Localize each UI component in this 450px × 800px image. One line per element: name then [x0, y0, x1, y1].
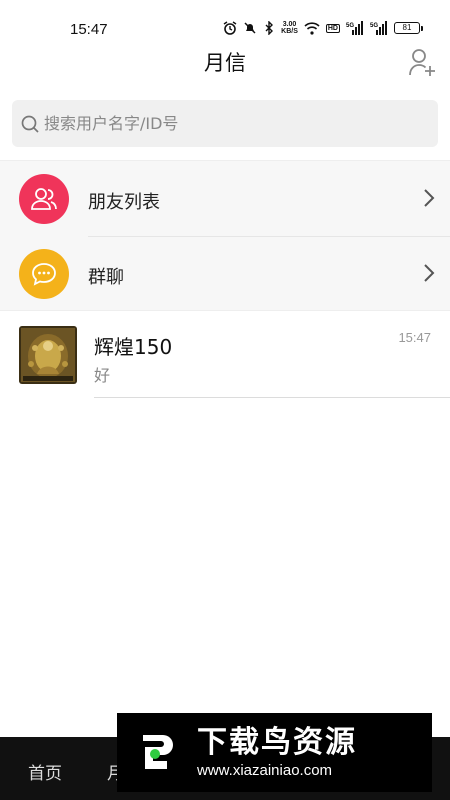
- chat-timestamp: 15:47: [398, 330, 431, 345]
- watermark-overlay: 下载鸟资源 www.xiazainiao.com: [117, 713, 432, 792]
- search-icon: [21, 115, 39, 133]
- battery-indicator: 81: [394, 22, 423, 34]
- avatar: [19, 326, 77, 384]
- status-bar: 15:47 3.00 KB/S HD 5G 5G 81: [0, 0, 450, 40]
- friends-icon-circle: [19, 174, 69, 224]
- status-icons: 3.00 KB/S HD 5G 5G 81: [223, 21, 423, 35]
- svg-text:5G: 5G: [346, 23, 354, 29]
- divider: [94, 397, 450, 398]
- chat-bubble-icon: [32, 263, 56, 286]
- search-input[interactable]: [44, 114, 404, 133]
- tab-home[interactable]: 首页: [28, 759, 62, 784]
- add-friend-button[interactable]: [408, 46, 438, 78]
- group-chat-label: 群聊: [88, 267, 124, 288]
- speed-unit: KB/S: [281, 28, 298, 35]
- signal-icon-2: 5G: [370, 21, 387, 35]
- friends-list-row[interactable]: 朋友列表: [0, 161, 450, 237]
- wifi-icon: [304, 21, 320, 35]
- contacts-menu: 朋友列表 群聊: [0, 160, 450, 311]
- bird-logo-icon: [131, 726, 183, 779]
- chevron-right-icon: [424, 189, 435, 207]
- group-chat-row[interactable]: 群聊: [0, 236, 450, 311]
- watermark-url: www.xiazainiao.com: [197, 761, 333, 779]
- speed-value: 3.00: [282, 21, 297, 28]
- network-speed: 3.00 KB/S: [281, 21, 298, 35]
- chevron-right-icon: [424, 264, 435, 282]
- search-bar[interactable]: [12, 100, 438, 147]
- page-title: 月信: [204, 51, 246, 75]
- add-user-icon: [409, 49, 435, 76]
- signal-icon: 5G: [346, 21, 363, 35]
- chat-contact-name: 辉煌150: [94, 335, 173, 359]
- hd-badge: HD: [325, 23, 340, 33]
- alarm-icon: [223, 21, 237, 35]
- chat-list-item[interactable]: 辉煌150 好 15:47: [0, 312, 450, 398]
- mute-bell-icon: [244, 22, 256, 34]
- status-time: 15:47: [70, 21, 108, 38]
- svg-text:5G: 5G: [370, 23, 378, 29]
- watermark-title: 下载鸟资源: [197, 724, 357, 760]
- chat-last-message: 好: [94, 366, 111, 385]
- group-chat-icon-circle: [19, 249, 69, 299]
- friends-icon: [31, 188, 57, 210]
- bluetooth-icon: [265, 21, 274, 35]
- friends-list-label: 朋友列表: [88, 192, 160, 213]
